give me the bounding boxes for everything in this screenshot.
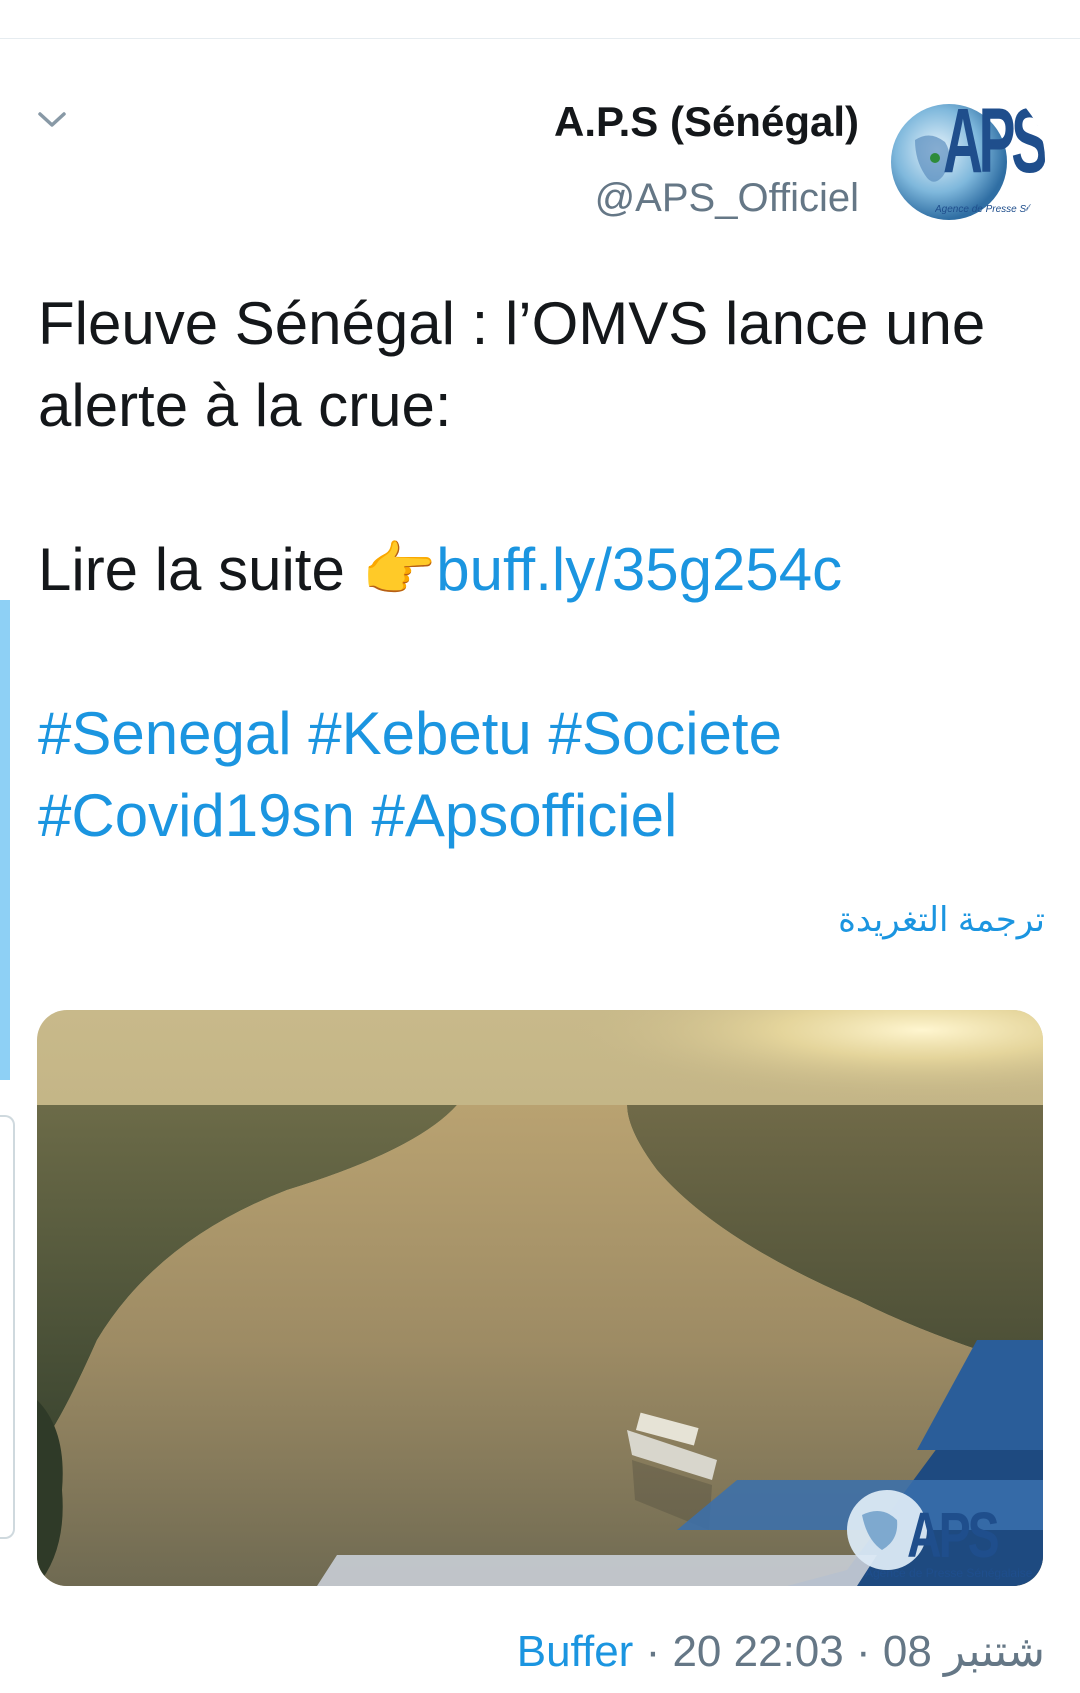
tweet-time[interactable]: 22:03 [734, 1627, 844, 1676]
tweet-media-image[interactable]: APS Agence de Presse Sénégalaise [37, 1010, 1043, 1586]
pointing-right-icon: 👉 [361, 536, 437, 603]
footer-separator-2: · [843, 1627, 883, 1676]
tweet-headline: Fleuve Sénégal : l’OMVS lance une alerte… [38, 290, 986, 439]
author-handle[interactable]: @APS_Officiel [554, 169, 859, 227]
tweet-footer: Buffer · 20 شتنبر 08 · 22:03 [517, 1626, 1045, 1677]
side-panel-handle[interactable] [0, 1115, 15, 1539]
media-watermark-subtext: Agence de Presse Sénégalaise [865, 1566, 1033, 1580]
tweet-text: Fleuve Sénégal : l’OMVS lance une alerte… [38, 283, 1042, 857]
chevron-down-icon[interactable] [36, 104, 68, 136]
hashtag-apsofficiel[interactable]: #Apsofficiel [372, 782, 678, 849]
tweet-header: A.P.S (Sénégal) @APS_Officiel APS Agence… [554, 80, 1045, 240]
hashtag-societe[interactable]: #Societe [548, 700, 782, 767]
media-watermark-text: APS [907, 1499, 1000, 1571]
tweet-link[interactable]: buff.ly/35g254c [436, 536, 842, 603]
read-more-label: Lire la suite [38, 536, 345, 603]
author-display-name[interactable]: A.P.S (Sénégal) [554, 93, 859, 151]
footer-separator: · [633, 1627, 673, 1676]
hashtag-covid19sn[interactable]: #Covid19sn [38, 782, 355, 849]
read-more-line: Lire la suite 👉buff.ly/35g254c [38, 529, 1042, 611]
avatar-logo-text: APS [943, 90, 1045, 192]
avatar[interactable]: APS Agence de Presse Séné [885, 80, 1045, 240]
avatar-logo-subtext: Agence de Presse Séné [935, 204, 1043, 215]
thread-accent-bar [0, 600, 10, 1080]
hashtag-senegal[interactable]: #Senegal [38, 700, 292, 767]
author-names: A.P.S (Sénégal) @APS_Officiel [554, 93, 859, 227]
hashtag-list: #Senegal #Kebetu #Societe #Covid19sn #Ap… [38, 693, 898, 857]
tweet-source[interactable]: Buffer [517, 1627, 634, 1676]
hashtag-kebetu[interactable]: #Kebetu [308, 700, 532, 767]
top-divider [0, 38, 1080, 39]
translate-tweet-link[interactable]: ترجمة التغريدة [838, 900, 1045, 940]
